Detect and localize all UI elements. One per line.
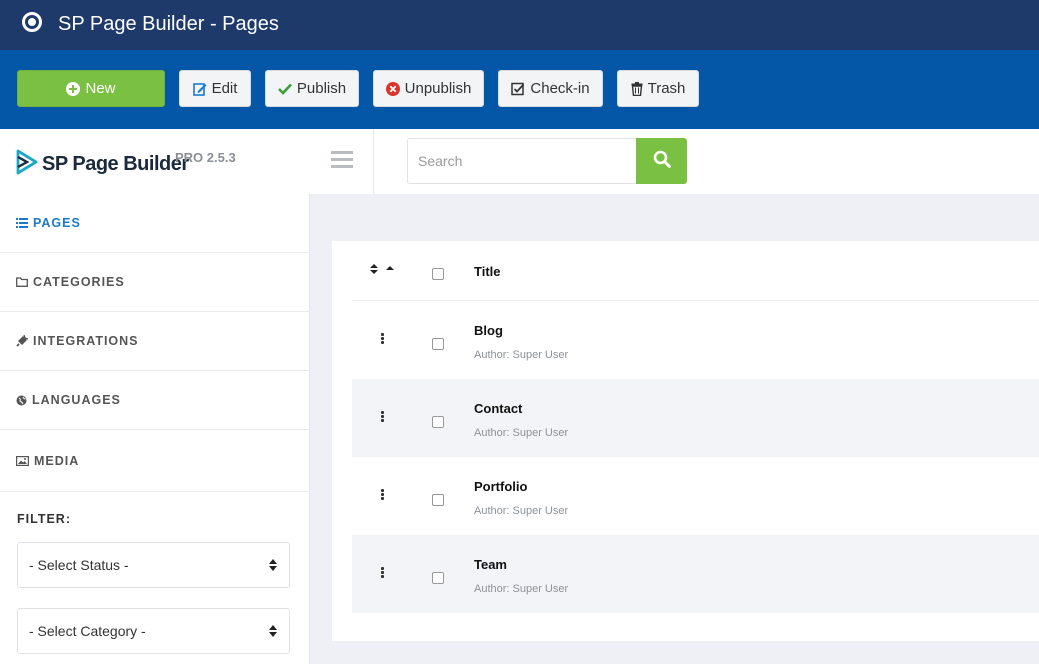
filter-label: FILTER: [17,512,71,526]
page-author: Author: Super User [474,427,569,439]
check-square-icon [511,82,525,96]
search-button[interactable] [636,138,687,184]
app-logo-icon [22,12,42,32]
sidebar-item-label: INTEGRATIONS [33,334,139,348]
unpublish-button[interactable]: Unpublish [373,70,484,107]
sidebar-item-media[interactable]: MEDIA [0,430,310,492]
table-header: Title [352,241,1039,301]
trash-icon [631,81,643,96]
publish-button[interactable]: Publish [265,70,359,107]
brand-bar: SP Page Builder PRO 2.5.3 [0,129,1039,194]
page-title-link[interactable]: Blog [474,323,503,338]
category-select[interactable]: - Select Category - [17,608,290,654]
table-row: Contact Author: Super User [352,379,1039,457]
edit-button[interactable]: Edit [179,70,251,107]
brand-logo: SP Page Builder [16,149,189,180]
close-circle-icon [385,81,400,96]
column-header-title[interactable]: Title [474,264,501,279]
category-select-value: - Select Category - [29,623,146,639]
page-author: Author: Super User [474,583,569,595]
row-checkbox[interactable] [432,572,444,584]
ordering-sort-icon[interactable] [369,263,397,275]
brand-divider [373,129,374,194]
new-button[interactable]: New [17,70,165,107]
sidebar-item-categories[interactable]: CATEGORIES [0,253,310,312]
drag-handle-icon[interactable] [381,411,385,423]
toolbar: New Edit Publish Unpublish Check-in Tras… [0,50,1039,129]
checkin-button[interactable]: Check-in [498,70,603,107]
page-title-link[interactable]: Contact [474,401,522,416]
trash-button-label: Trash [647,80,686,97]
sidebar-item-pages[interactable]: PAGES [0,194,310,253]
sidebar-item-languages[interactable]: LANGUAGES [0,371,310,430]
image-icon [16,455,29,466]
trash-button[interactable]: Trash [617,70,699,107]
search-icon [653,150,671,173]
drag-handle-icon[interactable] [381,333,385,345]
menu-toggle-icon[interactable] [331,151,353,169]
select-all-checkbox[interactable] [432,268,444,280]
unpublish-button-label: Unpublish [404,80,472,97]
brand-name: SP Page Builder [42,153,189,175]
page-author: Author: Super User [474,505,569,517]
table-row: Team Author: Super User [352,535,1039,613]
edit-button-label: Edit [211,80,238,97]
status-select-value: - Select Status - [29,557,129,573]
drag-handle-icon[interactable] [381,489,385,501]
sort-caret-icon [268,624,278,638]
globe-icon [16,395,27,406]
list-icon [16,218,28,228]
sidebar-item-label: CATEGORIES [33,275,125,289]
status-select[interactable]: - Select Status - [17,542,290,588]
pages-table: Title Blog Author: Super User Contact Au… [332,241,1039,641]
sidebar: PAGES CATEGORIES INTEGRATIONS LANGUAGES … [0,194,310,664]
sp-logo-icon [16,149,38,180]
page-title-link[interactable]: Portfolio [474,479,527,494]
new-button-label: New [85,80,116,97]
brand-version: PRO 2.5.3 [175,150,236,165]
sidebar-item-integrations[interactable]: INTEGRATIONS [0,312,310,371]
folder-icon [16,277,28,287]
search-input[interactable] [407,138,636,184]
page-author: Author: Super User [474,349,569,361]
check-icon [277,83,292,95]
row-checkbox[interactable] [432,416,444,428]
table-row: Portfolio Author: Super User [352,457,1039,535]
publish-button-label: Publish [296,80,347,97]
sort-caret-icon [268,558,278,572]
checkin-button-label: Check-in [530,80,590,97]
table-row: Blog Author: Super User [352,301,1039,379]
title-bar: SP Page Builder - Pages [0,0,1039,50]
edit-icon [192,82,207,96]
page-title: SP Page Builder - Pages [58,13,279,35]
plus-circle-icon [66,81,81,96]
sidebar-item-label: PAGES [33,216,81,230]
sidebar-item-label: MEDIA [34,453,80,468]
row-checkbox[interactable] [432,338,444,350]
sidebar-item-label: LANGUAGES [32,393,121,407]
page-title-link[interactable]: Team [474,557,507,572]
row-checkbox[interactable] [432,494,444,506]
drag-handle-icon[interactable] [381,567,385,579]
plug-icon [16,335,28,347]
